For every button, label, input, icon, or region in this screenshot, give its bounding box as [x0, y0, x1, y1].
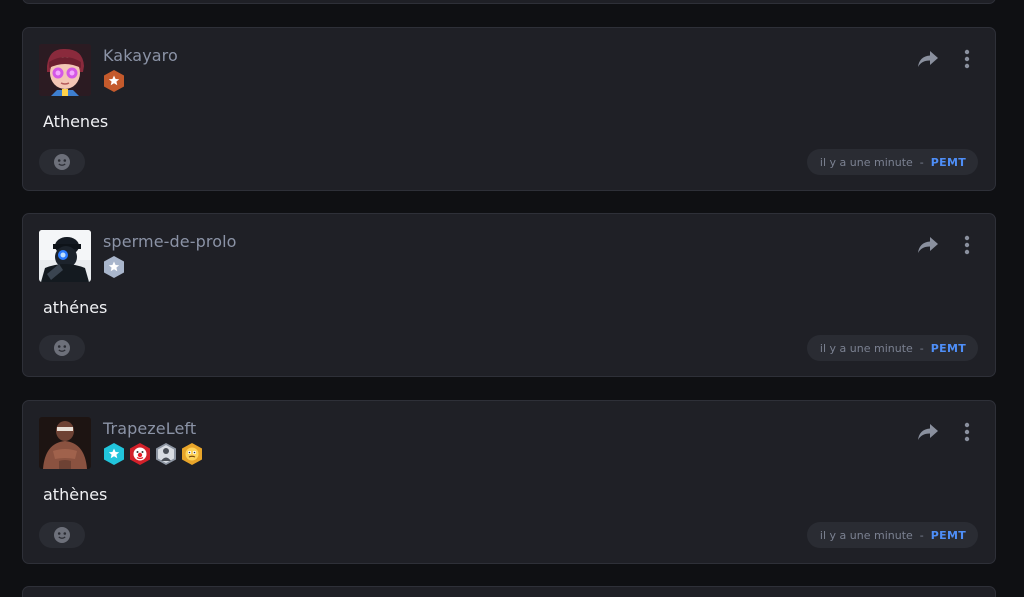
badge-list: [103, 442, 203, 466]
timestamp: il y a une minute: [819, 341, 913, 355]
forum-tag-link[interactable]: PEMT: [931, 529, 966, 542]
gray-figure-badge-icon[interactable]: [155, 442, 177, 466]
post-meta: il y a une minute - PEMT: [806, 335, 978, 361]
avatar-image: [39, 417, 91, 469]
cyan-star-badge-icon[interactable]: [103, 442, 125, 466]
feed: Kakayaro Athenes il y a une minute - PEM…: [0, 0, 1024, 597]
username[interactable]: sperme-de-prolo: [103, 232, 237, 251]
share-arrow-icon[interactable]: [917, 236, 939, 254]
post-message: Athenes: [43, 112, 109, 131]
avatar-image: [39, 44, 91, 96]
share-arrow-icon[interactable]: [917, 50, 939, 68]
red-clown-badge-icon[interactable]: [129, 442, 151, 466]
reaction-button[interactable]: [39, 149, 85, 175]
badge-list: [103, 255, 125, 279]
post-card: sperme-de-prolo athénes il y a une minut…: [22, 213, 996, 377]
post-message: athénes: [43, 298, 108, 317]
post-message: athènes: [43, 485, 108, 504]
meta-separator: -: [919, 155, 924, 169]
share-arrow-icon[interactable]: [917, 423, 939, 441]
avatar[interactable]: [39, 230, 91, 282]
timestamp: il y a une minute: [819, 155, 913, 169]
smiley-reaction-icon: [54, 527, 70, 543]
badge-list: [103, 69, 125, 93]
avatar[interactable]: [39, 417, 91, 469]
kebab-menu-icon[interactable]: [959, 48, 975, 70]
avatar-image: [39, 230, 91, 282]
meta-separator: -: [919, 528, 924, 542]
reaction-button[interactable]: [39, 335, 85, 361]
kebab-menu-icon[interactable]: [959, 421, 975, 443]
meta-separator: -: [919, 341, 924, 355]
post-card: TrapezeLeft athènes il y a une minute - …: [22, 400, 996, 564]
forum-tag-link[interactable]: PEMT: [931, 156, 966, 169]
post-meta: il y a une minute - PEMT: [806, 149, 978, 175]
smiley-reaction-icon: [54, 154, 70, 170]
gold-face-badge-icon[interactable]: [181, 442, 203, 466]
silver-star-badge-icon[interactable]: [103, 255, 125, 279]
forum-tag-link[interactable]: PEMT: [931, 342, 966, 355]
username[interactable]: Kakayaro: [103, 46, 178, 65]
post-meta: il y a une minute - PEMT: [806, 522, 978, 548]
timestamp: il y a une minute: [819, 528, 913, 542]
post-card: Kakayaro Athenes il y a une minute - PEM…: [22, 27, 996, 191]
avatar[interactable]: [39, 44, 91, 96]
smiley-reaction-icon: [54, 340, 70, 356]
next-post-card: [22, 586, 996, 597]
reaction-button[interactable]: [39, 522, 85, 548]
bronze-star-badge-icon[interactable]: [103, 69, 125, 93]
kebab-menu-icon[interactable]: [959, 234, 975, 256]
previous-post-card: [22, 0, 996, 4]
username[interactable]: TrapezeLeft: [103, 419, 196, 438]
